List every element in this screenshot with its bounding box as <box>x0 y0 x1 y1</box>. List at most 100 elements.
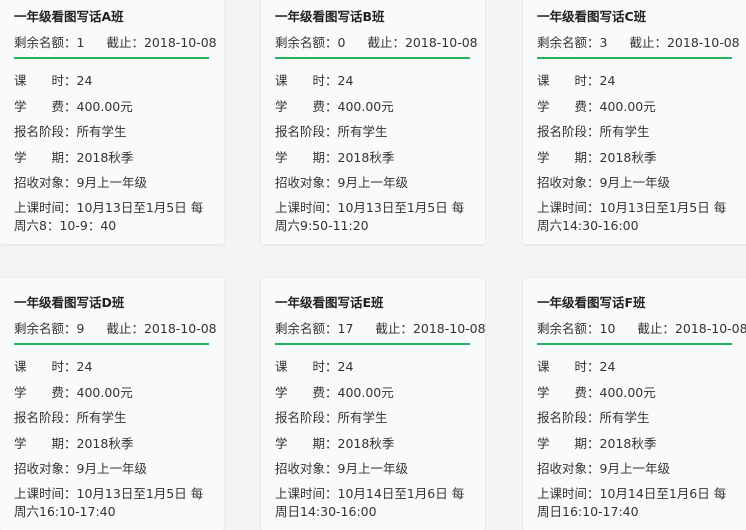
target-value: 9月上一年级 <box>599 461 670 476</box>
term-value: 2018秋季 <box>599 435 657 451</box>
term-row: 学 期：2018秋季 <box>14 145 224 171</box>
fee-label: 学 费： <box>275 98 338 114</box>
stage-label: 报名阶段： <box>275 410 338 425</box>
remaining-count: 17 <box>337 321 354 336</box>
hours-label: 课 时： <box>14 359 77 374</box>
accent-divider <box>275 343 470 345</box>
schedule-label: 上课时间： <box>275 199 338 215</box>
accent-divider <box>14 57 209 59</box>
target-label: 招收对象： <box>14 175 77 190</box>
deadline-label: 截止： <box>629 35 667 50</box>
course-title[interactable]: 一年级看图写话D班 <box>14 292 124 311</box>
target-label: 招收对象： <box>275 175 338 190</box>
target-row: 招收对象：9月上一年级 <box>275 456 485 482</box>
hours-value: 24 <box>76 359 93 374</box>
course-card-f[interactable]: 一年级看图写话F班 剩余名额：10 截止：2018-10-08 课 时：24 学 … <box>523 278 746 530</box>
schedule-label: 上课时间： <box>537 199 600 215</box>
schedule-label: 上课时间： <box>14 485 77 501</box>
schedule-label: 上课时间： <box>14 199 77 215</box>
fee-value: 400.00元 <box>337 384 394 400</box>
hours-row: 课 时：24 <box>537 68 746 94</box>
stage-value: 所有学生 <box>337 124 388 139</box>
deadline-date: 2018-10-08 <box>143 321 217 336</box>
target-row: 招收对象：9月上一年级 <box>275 170 485 196</box>
term-label: 学 期： <box>14 435 77 451</box>
stage-row: 报名阶段：所有学生 <box>537 119 746 145</box>
accent-divider <box>537 57 732 59</box>
fee-row: 学 费：400.00元 <box>537 380 746 406</box>
term-label: 学 期： <box>537 435 600 451</box>
deadline-date: 2018-10-08 <box>674 321 746 336</box>
course-card-e[interactable]: 一年级看图写话E班 剩余名额：17 截止：2018-10-08 课 时：24 学 … <box>261 278 485 530</box>
deadline-date: 2018-10-08 <box>143 35 217 50</box>
hours-row: 课 时：24 <box>275 354 485 380</box>
remaining-label: 剩余名额： <box>537 321 600 336</box>
stage-row: 报名阶段：所有学生 <box>14 119 224 145</box>
remaining-label: 剩余名额： <box>275 321 338 336</box>
target-row: 招收对象：9月上一年级 <box>14 170 224 196</box>
course-card-d[interactable]: 一年级看图写话D班 剩余名额：9 截止：2018-10-08 课 时：24 学 费… <box>0 278 224 530</box>
hours-row: 课 时：24 <box>537 354 746 380</box>
course-title[interactable]: 一年级看图写话E班 <box>275 292 384 311</box>
schedule-label: 上课时间： <box>537 485 600 501</box>
remaining-count: 1 <box>76 35 85 50</box>
fee-value: 400.00元 <box>76 98 133 114</box>
target-value: 9月上一年级 <box>337 175 408 190</box>
fee-row: 学 费：400.00元 <box>14 94 224 120</box>
stage-value: 所有学生 <box>337 410 388 425</box>
fee-value: 400.00元 <box>599 98 656 114</box>
target-row: 招收对象：9月上一年级 <box>14 456 224 482</box>
stage-row: 报名阶段：所有学生 <box>275 119 485 145</box>
course-list-page: { "labels": { "remaining": "剩余名额：", "dea… <box>0 0 746 530</box>
accent-divider <box>537 343 732 345</box>
enrollment-meta: 剩余名额：0 截止：2018-10-08 <box>275 32 478 51</box>
term-row: 学 期：2018秋季 <box>275 431 485 457</box>
target-label: 招收对象： <box>537 175 600 190</box>
schedule-row: 上课时间：10月13日至1月5日 每周六14:30-16:00 <box>537 199 735 233</box>
stage-label: 报名阶段： <box>275 124 338 139</box>
course-title[interactable]: 一年级看图写话C班 <box>537 6 646 25</box>
hours-label: 课 时： <box>275 73 338 88</box>
course-title[interactable]: 一年级看图写话B班 <box>275 6 385 25</box>
remaining-count: 10 <box>599 321 616 336</box>
enrollment-meta: 剩余名额：9 截止：2018-10-08 <box>14 318 217 337</box>
target-label: 招收对象： <box>275 461 338 476</box>
remaining-count: 9 <box>76 321 85 336</box>
course-title[interactable]: 一年级看图写话A班 <box>14 6 124 25</box>
enrollment-meta: 剩余名额：10 截止：2018-10-08 <box>537 318 746 337</box>
enrollment-meta: 剩余名额：3 截止：2018-10-08 <box>537 32 740 51</box>
course-title[interactable]: 一年级看图写话F班 <box>537 292 646 311</box>
target-label: 招收对象： <box>14 461 77 476</box>
target-row: 招收对象：9月上一年级 <box>537 456 746 482</box>
accent-divider <box>275 57 470 59</box>
remaining-label: 剩余名额： <box>537 35 600 50</box>
enrollment-meta: 剩余名额：17 截止：2018-10-08 <box>275 318 485 337</box>
schedule-row: 上课时间：10月14日至1月6日 每周日14:30-16:00 <box>275 485 473 519</box>
fee-value: 400.00元 <box>337 98 394 114</box>
term-label: 学 期： <box>14 149 77 165</box>
course-card-a[interactable]: 一年级看图写话A班 剩余名额：1 截止：2018-10-08 课 时：24 学 费… <box>0 0 224 244</box>
stage-row: 报名阶段：所有学生 <box>537 405 746 431</box>
stage-row: 报名阶段：所有学生 <box>14 405 224 431</box>
course-details: 课 时：24 学 费：400.00元 报名阶段：所有学生 学 期：2018秋季 … <box>537 68 746 233</box>
stage-value: 所有学生 <box>599 124 650 139</box>
deadline-date: 2018-10-08 <box>666 35 740 50</box>
fee-row: 学 费：400.00元 <box>275 380 485 406</box>
term-value: 2018秋季 <box>76 435 134 451</box>
stage-value: 所有学生 <box>599 410 650 425</box>
deadline-date: 2018-10-08 <box>412 321 485 336</box>
term-row: 学 期：2018秋季 <box>14 431 224 457</box>
term-value: 2018秋季 <box>337 149 395 165</box>
hours-row: 课 时：24 <box>275 68 485 94</box>
course-card-b[interactable]: 一年级看图写话B班 剩余名额：0 截止：2018-10-08 课 时：24 学 费… <box>261 0 485 244</box>
course-card-c[interactable]: 一年级看图写话C班 剩余名额：3 截止：2018-10-08 课 时：24 学 费… <box>523 0 746 244</box>
term-row: 学 期：2018秋季 <box>275 145 485 171</box>
fee-row: 学 费：400.00元 <box>14 380 224 406</box>
stage-label: 报名阶段： <box>537 124 600 139</box>
accent-divider <box>14 343 209 345</box>
stage-label: 报名阶段： <box>537 410 600 425</box>
hours-value: 24 <box>76 73 93 88</box>
hours-row: 课 时：24 <box>14 354 224 380</box>
course-details: 课 时：24 学 费：400.00元 报名阶段：所有学生 学 期：2018秋季 … <box>14 354 224 519</box>
term-value: 2018秋季 <box>599 149 657 165</box>
